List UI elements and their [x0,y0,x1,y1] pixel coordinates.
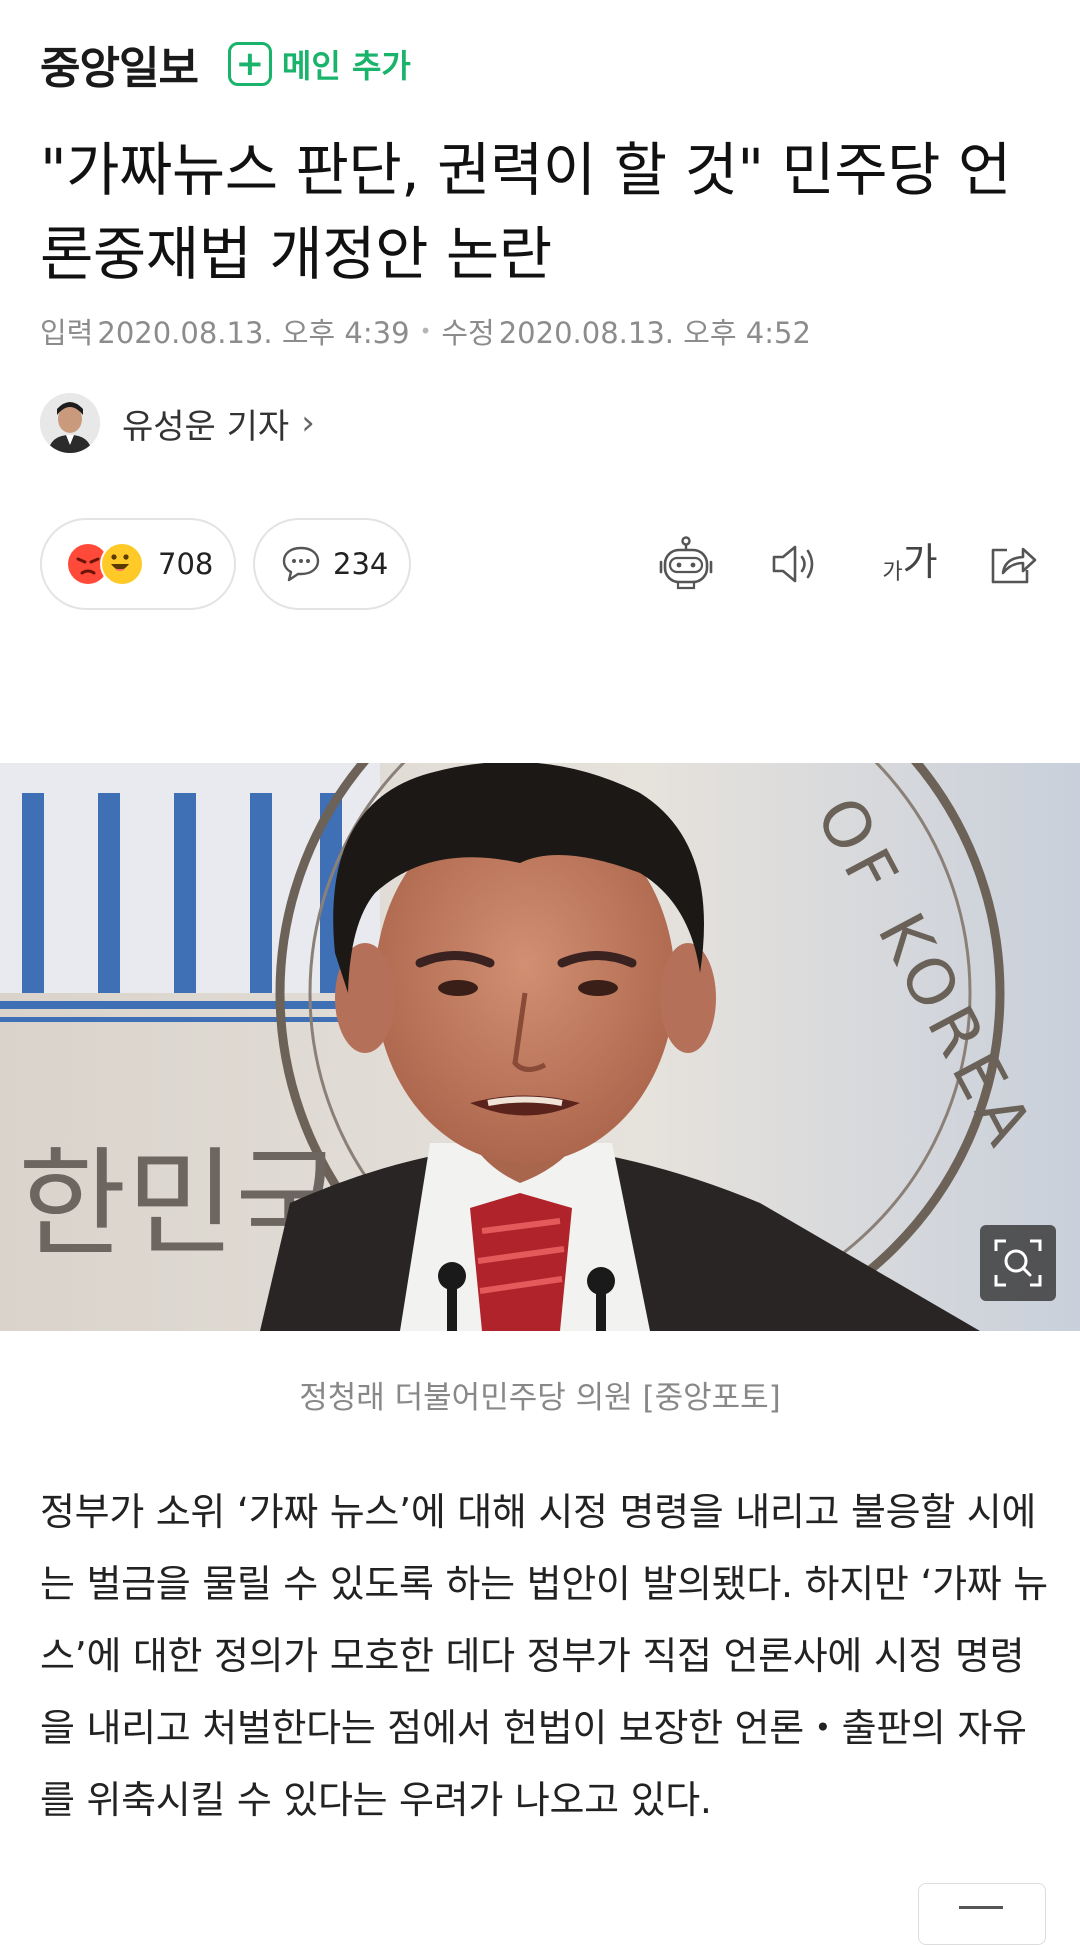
share-icon [991,547,1037,584]
font-size-small-label: 가 [882,560,903,585]
reaction-button[interactable]: 708 [40,518,236,610]
photo-zoom-button[interactable] [980,1225,1056,1301]
article-meta: 입력 2020.08.13. 오후 4:39 • 수정 2020.08.13. … [40,310,811,352]
listen-button[interactable] [765,528,825,600]
reporter-link[interactable]: 유성운 기자 › [40,393,315,453]
menu-icon [959,1906,1003,1909]
summary-bot-button[interactable] [654,528,718,600]
reporter-name: 유성운 기자 [122,406,290,447]
add-to-main-button[interactable]: + 메인 추가 [227,41,411,87]
smile-emoji-icon [100,542,144,586]
published-label: 입력 [40,316,94,350]
add-to-main-label: 메인 추가 [281,47,411,85]
reporter-avatar [40,393,100,453]
modified-time: 2020.08.13. 오후 4:52 [498,316,811,350]
article-photo[interactable]: 한민국 OF KOREA [0,763,1080,1331]
article-title: "가짜뉴스 판단, 권력이 할 것" 민주당 언론중재법 개정안 논란 [40,136,1011,288]
comment-icon [281,545,321,583]
published-time: 2020.08.13. 오후 4:39 [97,316,410,350]
politician-photo-illustration: 한민국 OF KOREA [0,763,1080,1331]
comment-button[interactable]: 234 [253,518,411,610]
article-body: 정부가 소위 ‘가짜 뉴스’에 대해 시정 명령을 내리고 불응할 시에는 벌금… [40,1490,1048,1822]
photo-caption: 정청래 더불어민주당 의원 [중앙포토] [299,1380,781,1416]
modified-label: 수정 [441,316,495,350]
font-size-button[interactable]: 가 가 [870,528,950,600]
robot-summary-icon [659,536,713,590]
font-size-icon: 가 가 [882,531,937,586]
top-bar: 중앙일보 + 메인 추가 [40,34,411,94]
font-size-large-label: 가 [902,540,938,584]
floating-menu-button[interactable] [918,1883,1046,1945]
comment-count: 234 [333,547,389,581]
meta-separator: • [419,319,432,343]
plus-icon: + [227,42,272,86]
reaction-count: 708 [158,547,214,581]
share-button[interactable] [983,528,1043,600]
zoom-icon [994,1239,1042,1287]
chevron-right-icon: › [301,403,315,443]
speaker-icon [772,545,814,583]
brand-logo[interactable]: 중앙일보 [40,32,199,96]
